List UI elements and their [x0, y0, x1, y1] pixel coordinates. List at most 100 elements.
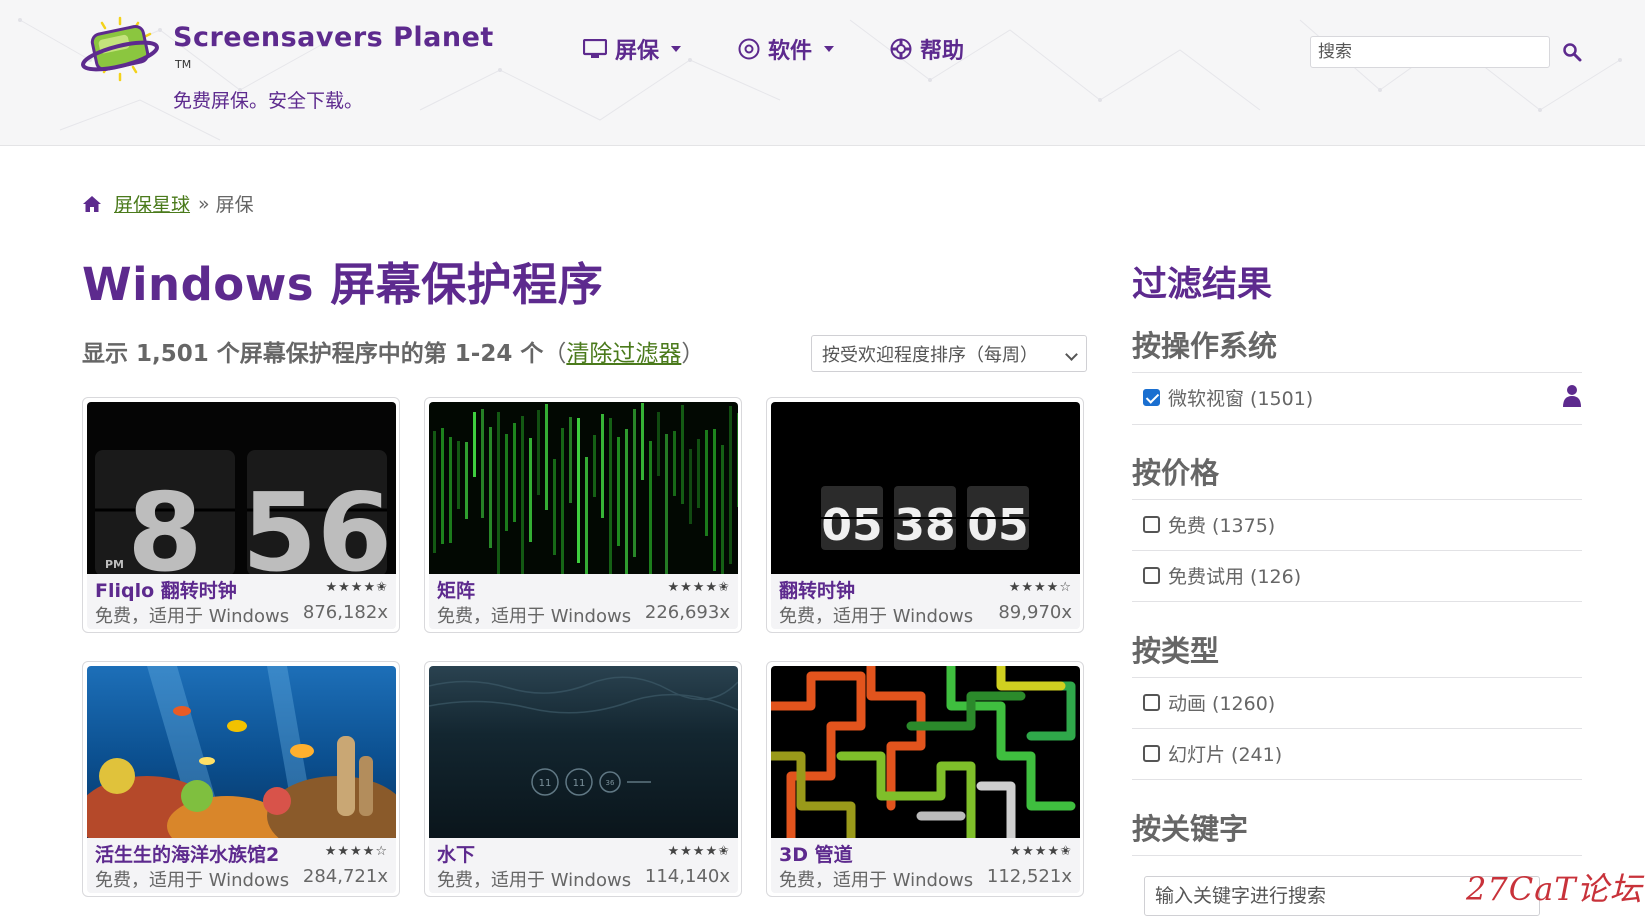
matrix-rain-column	[505, 434, 508, 531]
flip-minute: 38	[894, 500, 955, 551]
matrix-rain-column	[601, 414, 604, 518]
filter-option-label: 免费试用 (126)	[1168, 566, 1302, 588]
card-meta: Fliqlo 翻转时钟 ★★★★✬ 免费，适用于 Windows 876,182…	[87, 574, 396, 629]
divider	[1132, 424, 1582, 425]
nav-software-label: 软件	[768, 39, 813, 64]
fliqlo-minute: 56	[242, 471, 392, 574]
card-subtitle: 免费，适用于 Windows	[437, 606, 632, 627]
checkbox[interactable]	[1143, 694, 1160, 711]
disc-icon	[738, 38, 760, 60]
card-title: 矩阵	[437, 580, 476, 602]
download-count: 876,182x	[302, 602, 388, 623]
nav-screensavers-label: 屏保	[615, 39, 660, 64]
checkbox[interactable]	[1143, 745, 1160, 762]
matrix-rain-column	[617, 437, 620, 546]
filter-option-label: 微软视窗 (1501)	[1168, 388, 1314, 410]
card-thumbnail	[87, 666, 396, 838]
site-tagline: 免费屏保。安全下载。	[173, 90, 364, 112]
matrix-rain-column	[497, 412, 500, 574]
filter-results-title: 过滤结果	[1132, 265, 1273, 305]
matrix-rain-column	[529, 438, 532, 542]
search-input[interactable]	[1310, 36, 1550, 68]
matrix-rain-column	[713, 429, 716, 571]
breadcrumb-home-link[interactable]: 屏保星球	[114, 190, 190, 217]
card-meta: 3D 管道 ★★★★✬ 免费，适用于 Windows 112,521x	[771, 838, 1080, 893]
card-thumbnail: 8 56 PM	[87, 402, 396, 574]
nav-screensavers[interactable]: 屏保	[583, 33, 682, 65]
chevron-down-icon	[824, 46, 835, 52]
checkbox[interactable]	[1143, 567, 1160, 584]
matrix-rain-column	[433, 431, 436, 553]
screensaver-card-flip-clock[interactable]: 05 38 05 翻转时钟 ★★★★☆ 免费，适用于 Windows 89,97…	[766, 397, 1084, 633]
card-thumbnail: 05 38 05	[771, 402, 1080, 574]
filter-option-animation[interactable]: 动画 (1260)	[1143, 689, 1275, 716]
download-count: 114,140x	[644, 866, 730, 887]
filter-section-os: 按操作系统	[1132, 329, 1278, 363]
card-subtitle: 免费，适用于 Windows	[779, 606, 974, 627]
sort-select[interactable]: 按受欢迎程度排序（每周）	[811, 335, 1087, 372]
card-subtitle: 免费，适用于 Windows	[437, 870, 632, 891]
filter-option-windows[interactable]: 微软视窗 (1501)	[1143, 384, 1313, 411]
trademark-label: TM	[175, 58, 192, 71]
matrix-rain-column	[513, 423, 516, 522]
divider	[1132, 601, 1582, 602]
checkbox[interactable]	[1143, 389, 1160, 406]
matrix-rain-column	[561, 428, 564, 574]
filter-option-slideshow[interactable]: 幻灯片 (241)	[1143, 740, 1282, 767]
card-subtitle: 免费，适用于 Windows	[779, 870, 974, 891]
divider	[1132, 728, 1582, 729]
matrix-rain-column	[593, 435, 596, 497]
paren-open: （	[543, 341, 567, 367]
filter-option-label: 动画 (1260)	[1168, 693, 1276, 715]
breadcrumb: 屏保星球 » 屏保	[82, 190, 254, 217]
screensaver-card-fliqlo[interactable]: 8 56 PM Fliqlo 翻转时钟 ★★★★✬ 免费，适用于 Windows…	[82, 397, 400, 633]
screensaver-card-matrix[interactable]: 矩阵 ★★★★✬ 免费，适用于 Windows 226,693x	[424, 397, 742, 633]
screensaver-card-underwater[interactable]: 11 11 36 水下 ★★★★✬ 免费，适用于 Windows 114,140…	[424, 661, 742, 897]
chevron-down-icon	[1065, 348, 1078, 361]
breadcrumb-separator: »	[198, 192, 210, 215]
divider	[1132, 550, 1582, 551]
matrix-rain-column	[673, 431, 676, 496]
uw-clock-3: 36	[606, 779, 615, 787]
card-thumbnail	[771, 666, 1080, 838]
matrix-rain-column	[577, 418, 580, 563]
card-subtitle: 免费，适用于 Windows	[95, 606, 290, 627]
star-rating: ★★★★☆	[1008, 580, 1072, 595]
matrix-rain-column	[481, 409, 484, 518]
breadcrumb-current: 屏保	[215, 194, 254, 216]
divider	[1132, 677, 1582, 678]
home-icon[interactable]	[82, 195, 102, 213]
matrix-rain-column	[553, 459, 556, 555]
brand-name[interactable]: Screensavers Planet	[173, 22, 494, 53]
matrix-rain-column	[625, 429, 628, 574]
star-rating: ★★★★✬	[667, 844, 730, 859]
nav-software[interactable]: 软件	[738, 33, 835, 65]
filter-option-label: 幻灯片 (241)	[1168, 744, 1283, 766]
filter-section-price: 按价格	[1132, 456, 1220, 490]
search-icon[interactable]	[1562, 42, 1582, 62]
card-meta: 活生生的海洋水族馆2 ★★★★☆ 免费，适用于 Windows 284,721x	[87, 838, 396, 893]
matrix-rain-column	[609, 418, 612, 574]
matrix-rain-column	[705, 430, 708, 536]
filter-option-trial[interactable]: 免费试用 (126)	[1143, 562, 1301, 589]
filter-option-label: 免费 (1375)	[1168, 515, 1276, 537]
checkbox[interactable]	[1143, 516, 1160, 533]
screensaver-card-3d-pipes[interactable]: 3D 管道 ★★★★✬ 免费，适用于 Windows 112,521x	[766, 661, 1084, 897]
matrix-rain-column	[697, 439, 700, 508]
matrix-rain-column	[465, 442, 468, 519]
uw-clock-1: 11	[539, 778, 552, 789]
divider	[1132, 372, 1582, 373]
results-count-text: 显示 1,501 个屏幕保护程序中的第 1-24 个	[82, 341, 544, 367]
download-count: 284,721x	[302, 866, 388, 887]
paren-close: ）	[681, 341, 705, 367]
clear-filter-link[interactable]: 清除过滤器	[566, 334, 681, 368]
planet-logo-icon[interactable]	[80, 16, 160, 82]
filter-option-free[interactable]: 免费 (1375)	[1143, 511, 1275, 538]
results-summary: 显示 1,501 个屏幕保护程序中的第 1-24 个 （ 清除过滤器 ）	[82, 334, 704, 368]
screensaver-card-aquarium[interactable]: 活生生的海洋水族馆2 ★★★★☆ 免费，适用于 Windows 284,721x	[82, 661, 400, 897]
card-subtitle: 免费，适用于 Windows	[95, 870, 290, 891]
fliqlo-hour: 8	[127, 471, 202, 574]
nav-help[interactable]: 帮助	[890, 33, 964, 65]
matrix-rain-column	[521, 416, 524, 574]
star-rating: ★★★★✬	[1009, 844, 1072, 859]
